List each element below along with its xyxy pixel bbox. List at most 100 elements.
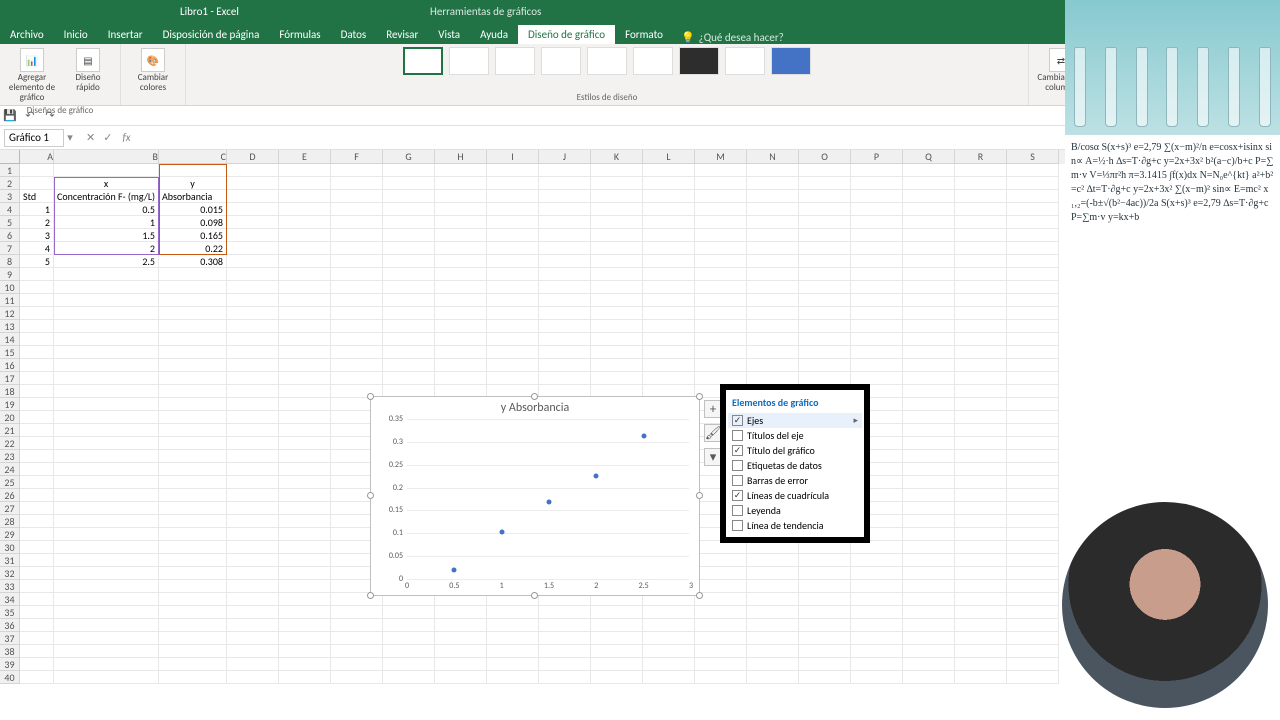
row-header-36[interactable]: 36	[0, 619, 20, 632]
cell-R30[interactable]	[955, 541, 1007, 554]
cell-F37[interactable]	[331, 632, 383, 645]
cell-A39[interactable]	[20, 658, 54, 671]
cell-Q3[interactable]	[903, 190, 955, 203]
cell-H3[interactable]	[435, 190, 487, 203]
chart-style-2[interactable]	[449, 47, 489, 75]
cell-S32[interactable]	[1007, 567, 1059, 580]
cell-B35[interactable]	[54, 606, 159, 619]
cell-R26[interactable]	[955, 489, 1007, 502]
tab-vista[interactable]: Vista	[428, 25, 470, 44]
cell-L2[interactable]	[643, 177, 695, 190]
row-header-29[interactable]: 29	[0, 528, 20, 541]
cell-M4[interactable]	[695, 203, 747, 216]
cell-B17[interactable]	[54, 372, 159, 385]
cell-K10[interactable]	[591, 281, 643, 294]
cell-R23[interactable]	[955, 450, 1007, 463]
cell-N36[interactable]	[747, 619, 799, 632]
cell-S30[interactable]	[1007, 541, 1059, 554]
cell-P40[interactable]	[851, 671, 903, 684]
cell-D24[interactable]	[227, 463, 279, 476]
cell-S38[interactable]	[1007, 645, 1059, 658]
cell-K5[interactable]	[591, 216, 643, 229]
cell-S35[interactable]	[1007, 606, 1059, 619]
cell-C39[interactable]	[159, 658, 227, 671]
cell-L11[interactable]	[643, 294, 695, 307]
cell-P31[interactable]	[851, 554, 903, 567]
cell-A19[interactable]	[20, 398, 54, 411]
cell-C22[interactable]	[159, 437, 227, 450]
column-header-Q[interactable]: Q	[903, 150, 955, 164]
row-header-28[interactable]: 28	[0, 515, 20, 528]
cell-D4[interactable]	[227, 203, 279, 216]
cell-C24[interactable]	[159, 463, 227, 476]
cell-E33[interactable]	[279, 580, 331, 593]
cell-G2[interactable]	[383, 177, 435, 190]
cell-J14[interactable]	[539, 333, 591, 346]
cell-Q39[interactable]	[903, 658, 955, 671]
row-header-21[interactable]: 21	[0, 424, 20, 437]
cell-Q31[interactable]	[903, 554, 955, 567]
cell-E32[interactable]	[279, 567, 331, 580]
cell-K8[interactable]	[591, 255, 643, 268]
row-header-13[interactable]: 13	[0, 320, 20, 333]
cell-N10[interactable]	[747, 281, 799, 294]
tell-me-search[interactable]: 💡 ¿Qué desea hacer?	[681, 31, 784, 44]
row-header-37[interactable]: 37	[0, 632, 20, 645]
cell-Q32[interactable]	[903, 567, 955, 580]
cell-O32[interactable]	[799, 567, 851, 580]
cell-L7[interactable]	[643, 242, 695, 255]
cell-F3[interactable]	[331, 190, 383, 203]
cell-R20[interactable]	[955, 411, 1007, 424]
cell-E30[interactable]	[279, 541, 331, 554]
cell-E26[interactable]	[279, 489, 331, 502]
cell-K17[interactable]	[591, 372, 643, 385]
cell-L8[interactable]	[643, 255, 695, 268]
cell-E5[interactable]	[279, 216, 331, 229]
cell-H13[interactable]	[435, 320, 487, 333]
cell-P4[interactable]	[851, 203, 903, 216]
cell-S5[interactable]	[1007, 216, 1059, 229]
cell-A27[interactable]	[20, 502, 54, 515]
cell-R34[interactable]	[955, 593, 1007, 606]
cell-E1[interactable]	[279, 164, 331, 177]
cell-C2[interactable]: y	[159, 177, 227, 190]
cell-C10[interactable]	[159, 281, 227, 294]
column-header-A[interactable]: A	[20, 150, 54, 164]
cell-C19[interactable]	[159, 398, 227, 411]
cell-O7[interactable]	[799, 242, 851, 255]
plot-area[interactable]: 00.050.10.150.20.250.30.3500.511.522.53	[407, 419, 689, 577]
row-header-20[interactable]: 20	[0, 411, 20, 424]
cell-G10[interactable]	[383, 281, 435, 294]
cell-S27[interactable]	[1007, 502, 1059, 515]
cell-M5[interactable]	[695, 216, 747, 229]
cell-R2[interactable]	[955, 177, 1007, 190]
cell-D5[interactable]	[227, 216, 279, 229]
cell-P12[interactable]	[851, 307, 903, 320]
cell-F38[interactable]	[331, 645, 383, 658]
chart-style-1[interactable]	[403, 47, 443, 75]
name-box-dropdown[interactable]: ▾	[64, 131, 76, 144]
cell-P37[interactable]	[851, 632, 903, 645]
cell-R3[interactable]	[955, 190, 1007, 203]
cell-K4[interactable]	[591, 203, 643, 216]
cell-K7[interactable]	[591, 242, 643, 255]
cell-C35[interactable]	[159, 606, 227, 619]
cell-D3[interactable]	[227, 190, 279, 203]
chart-element-option[interactable]: Barras de error	[728, 473, 862, 488]
cell-L9[interactable]	[643, 268, 695, 281]
tab-diseno-grafico[interactable]: Diseño de gráfico	[518, 25, 615, 44]
chart-style-5[interactable]	[587, 47, 627, 75]
cell-R18[interactable]	[955, 385, 1007, 398]
cell-Q28[interactable]	[903, 515, 955, 528]
cell-S28[interactable]	[1007, 515, 1059, 528]
cell-H15[interactable]	[435, 346, 487, 359]
cell-P9[interactable]	[851, 268, 903, 281]
cell-H37[interactable]	[435, 632, 487, 645]
cell-D40[interactable]	[227, 671, 279, 684]
cell-Q13[interactable]	[903, 320, 955, 333]
cell-I16[interactable]	[487, 359, 539, 372]
cell-A34[interactable]	[20, 593, 54, 606]
cell-O37[interactable]	[799, 632, 851, 645]
cell-H9[interactable]	[435, 268, 487, 281]
cell-H39[interactable]	[435, 658, 487, 671]
